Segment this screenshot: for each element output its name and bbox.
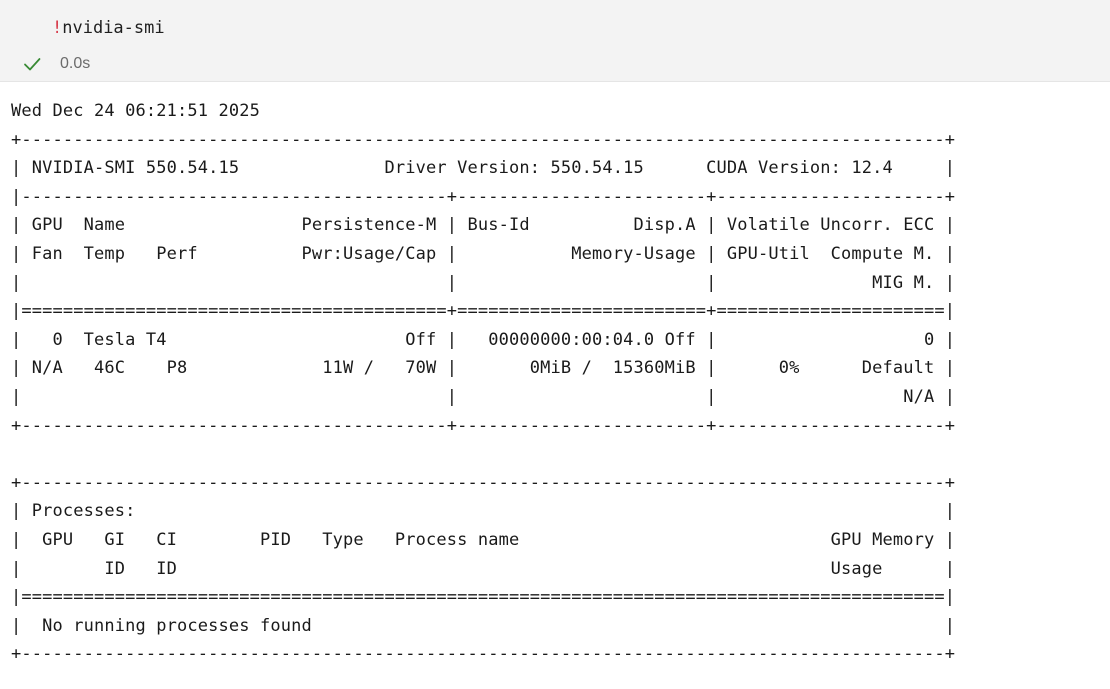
output-line: | N/A 46C P8 11W / 70W | 0MiB / 15360MiB…	[11, 358, 956, 379]
output-line: |---------------------------------------…	[11, 186, 956, 207]
code-editor-line[interactable]: !nvidia-smi	[52, 16, 165, 40]
output-line: +---------------------------------------…	[11, 415, 956, 436]
output-line: +---------------------------------------…	[11, 472, 956, 493]
output-line: | ID ID Usage |	[11, 558, 956, 579]
code-command: nvidia-smi	[62, 18, 165, 38]
output-line: +---------------------------------------…	[11, 644, 956, 665]
output-line: Wed Dec 24 06:21:51 2025	[11, 101, 333, 121]
check-icon	[22, 54, 42, 74]
output-line: | Processes: |	[11, 501, 956, 522]
output-line: | No running processes found |	[11, 615, 956, 636]
output-line: | Fan Temp Perf Pwr:Usage/Cap | Memory-U…	[11, 243, 956, 264]
terminal-output: Wed Dec 24 06:21:51 2025 +--------------…	[11, 97, 955, 669]
output-line: | GPU Name Persistence-M | Bus-Id Disp.A…	[11, 215, 956, 236]
execution-time: 0.0s	[60, 55, 91, 72]
output-line: | GPU GI CI PID Type Process name GPU Me…	[11, 529, 956, 550]
notebook-cell-input[interactable]: !nvidia-smi 0.0s	[0, 0, 1110, 82]
output-line: |=======================================…	[11, 587, 956, 608]
output-line: | NVIDIA-SMI 550.54.15 Driver Version: 5…	[11, 158, 956, 179]
shell-bang: !	[52, 18, 63, 38]
output-line: |=======================================…	[11, 301, 956, 322]
output-line: | | | MIG M. |	[11, 272, 956, 293]
execution-status: 0.0s	[22, 53, 90, 75]
output-line: | | | N/A |	[11, 386, 956, 407]
output-line: +---------------------------------------…	[11, 129, 956, 150]
notebook-cell-output: Wed Dec 24 06:21:51 2025 +--------------…	[0, 82, 1110, 689]
output-line: | 0 Tesla T4 Off | 00000000:00:04.0 Off …	[11, 329, 956, 350]
